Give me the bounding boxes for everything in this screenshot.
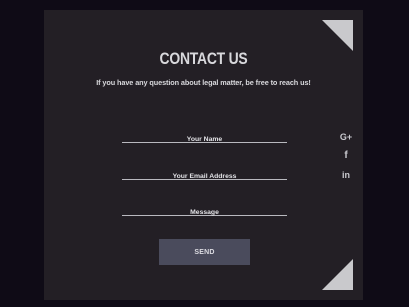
name-field: [122, 128, 287, 147]
email-input[interactable]: [122, 169, 287, 184]
email-field: [122, 165, 287, 184]
corner-decoration-top-right: [322, 20, 353, 51]
social-links: G+ f in: [336, 127, 356, 184]
google-plus-icon[interactable]: G+: [336, 127, 356, 146]
page: CONTACT US If you have any question abou…: [0, 0, 409, 307]
corner-decoration-bottom-right: [322, 259, 353, 290]
send-button[interactable]: SEND: [159, 239, 250, 265]
page-subtitle: If you have any question about legal mat…: [96, 78, 311, 87]
page-title: CONTACT US: [159, 49, 248, 68]
contact-card: CONTACT US If you have any question abou…: [44, 10, 363, 300]
message-field: [122, 201, 287, 220]
message-input[interactable]: [122, 205, 287, 220]
name-input[interactable]: [122, 132, 287, 147]
facebook-icon[interactable]: f: [336, 146, 356, 165]
linkedin-icon[interactable]: in: [336, 165, 356, 184]
